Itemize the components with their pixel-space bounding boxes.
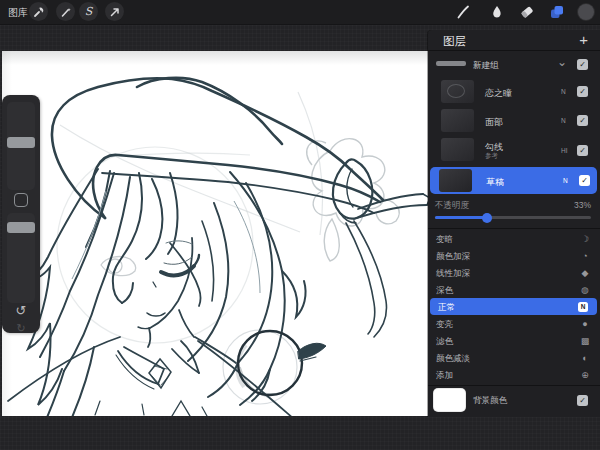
layer-blend-badge[interactable]: N [561,117,566,124]
wrench-icon[interactable] [29,2,48,21]
layer-blend-badge[interactable]: N [563,177,568,184]
layer-group-row[interactable]: 新建组 ⌄ ✓ [428,51,600,77]
layer-thumbnail [439,169,472,192]
layer-thumbnail [441,80,474,103]
opacity-slider-knob[interactable] [482,213,492,223]
size-slider-handle[interactable] [7,137,35,148]
layer-row[interactable]: 勾线 参考 HI ✓ [428,135,600,166]
brush-sidebar: ↺ ↻ [2,95,40,333]
top-toolbar: 图库 S [0,0,600,25]
chevron-down-icon[interactable]: ⌄ [557,55,567,69]
blend-mode-normal-selected[interactable]: 正常 N [430,298,597,315]
layer-visibility-checkbox[interactable]: ✓ [577,115,588,126]
color-dodge-icon: ◐ [578,353,592,363]
background-color-row[interactable]: 背景颜色 ✓ [428,388,600,413]
layer-blend-badge[interactable]: HI [561,147,568,154]
layers-panel: 图层 + 新建组 ⌄ ✓ 恋之瞳 N ✓ 面部 N ✓ 勾线 参考 HI ✓ 草… [428,30,600,417]
background-color-label: 背景颜色 [473,395,507,407]
selection-icon[interactable]: S [79,2,98,21]
layer-name: 恋之瞳 [485,87,512,100]
blend-mode-darker-color[interactable]: 深色 ◍ [428,281,600,298]
normal-icon: N [578,302,588,312]
layer-blend-badge[interactable]: N [561,88,566,95]
transform-icon[interactable] [105,2,124,21]
layer-reference-tag: 参考 [485,152,498,161]
layer-name: 面部 [485,116,503,129]
group-visibility-checkbox[interactable]: ✓ [577,59,588,70]
divider [428,385,600,386]
color-swatch[interactable] [578,4,594,20]
canvas-artwork [2,51,428,416]
layer-row[interactable]: 恋之瞳 N ✓ [428,77,600,106]
group-name: 新建组 [473,60,499,72]
opacity-panel-slider[interactable] [435,216,591,219]
color-burn-icon: ◔ [578,251,592,261]
lighten-icon: ● [578,319,592,329]
blend-mode-color-burn[interactable]: 颜色加深 ◔ [428,247,600,264]
undo-button[interactable]: ↺ [2,303,40,318]
opacity-slider-fill [435,216,486,219]
drawing-canvas[interactable] [2,51,428,416]
layer-thumbnail [441,109,474,132]
opacity-value: 33% [574,200,591,210]
add-layer-button[interactable]: + [579,31,588,48]
brush-icon[interactable] [454,3,472,21]
smudge-icon[interactable] [488,3,506,21]
divider [428,228,600,229]
layer-visibility-checkbox[interactable]: ✓ [577,86,588,97]
opacity-label: 不透明度 [435,200,469,212]
layer-visibility-checkbox[interactable]: ✓ [579,175,590,186]
panel-title: 图层 [443,34,466,49]
group-thumbnail [436,61,466,66]
background-color-swatch[interactable] [434,389,465,411]
layer-row-selected[interactable]: 草稿 N ✓ [430,167,597,194]
background-visibility-checkbox[interactable]: ✓ [577,395,588,406]
layer-row[interactable]: 面部 N ✓ [428,106,600,135]
layers-icon[interactable] [548,3,566,21]
blend-mode-add[interactable]: 添加 ⊕ [428,366,600,383]
blend-mode-color-dodge[interactable]: 颜色减淡 ◐ [428,349,600,366]
blend-mode-lighten[interactable]: 变亮 ● [428,315,600,332]
modify-button[interactable] [14,193,28,207]
darker-color-icon: ◍ [578,285,592,295]
blend-mode-darken[interactable]: 变暗 ☽ [428,230,600,247]
screen-icon: ▩ [578,336,592,346]
redo-button[interactable]: ↻ [2,322,40,335]
layers-panel-header: 图层 + [428,30,600,50]
blend-mode-screen[interactable]: 滤色 ▩ [428,332,600,349]
layer-thumbnail [441,138,474,161]
add-icon: ⊕ [578,370,592,380]
adjustments-icon[interactable] [56,2,75,21]
blend-mode-linear-burn[interactable]: 线性加深 ◆ [428,264,600,281]
gallery-button[interactable]: 图库 [8,6,28,20]
layer-visibility-checkbox[interactable]: ✓ [577,145,588,156]
opacity-slider-handle[interactable] [7,222,35,233]
linear-burn-icon: ◆ [578,268,592,278]
layer-name: 草稿 [486,176,504,189]
darken-icon: ☽ [578,234,592,244]
eraser-icon[interactable] [518,3,536,21]
